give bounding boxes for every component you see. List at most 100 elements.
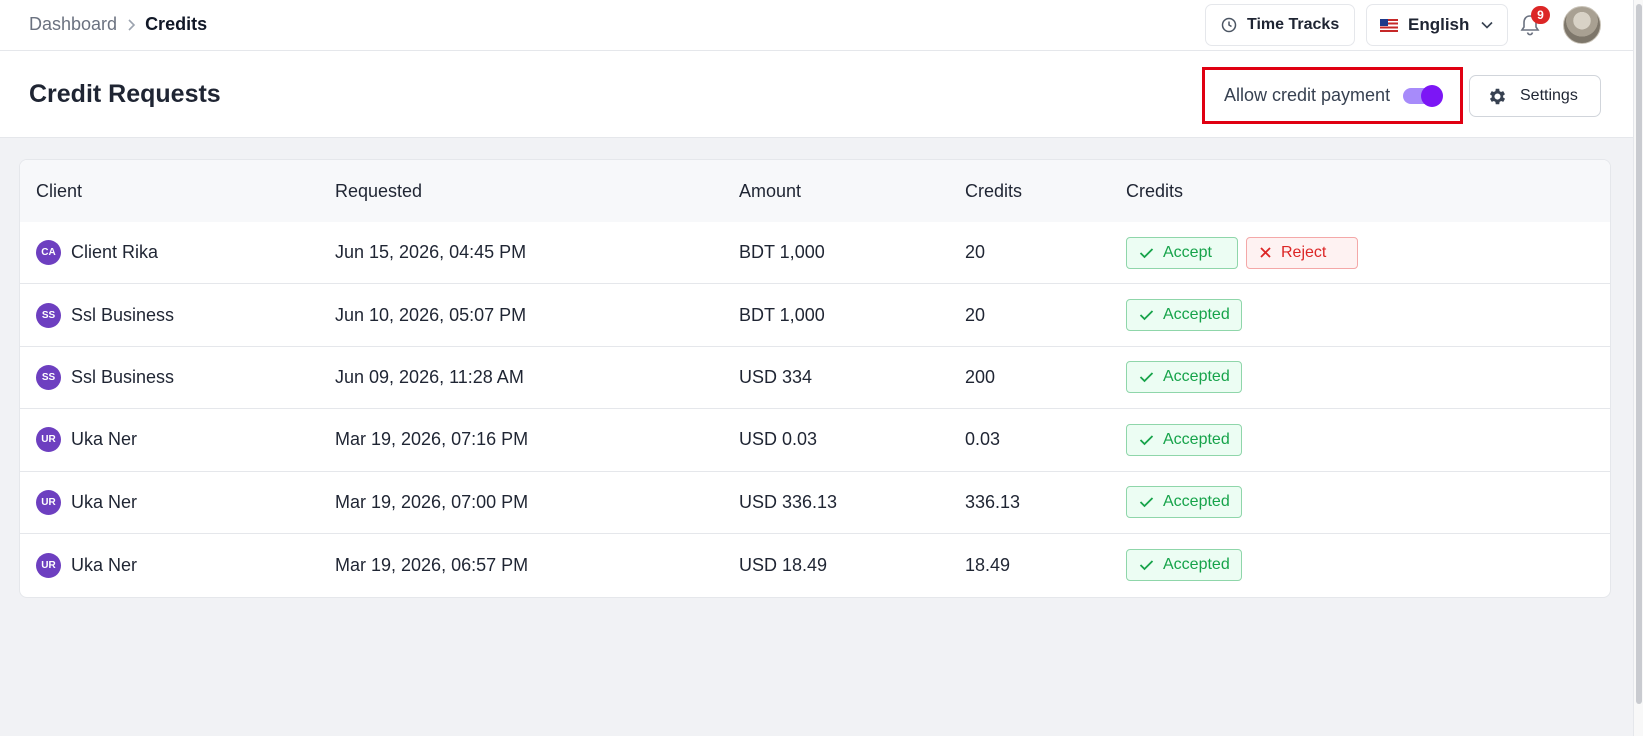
actions-cell: Accept Reject (1126, 236, 1358, 269)
table-row: CA Client Rika Jun 15, 2026, 04:45 PM BD… (20, 222, 1610, 285)
x-icon (1259, 246, 1272, 259)
client-initials-avatar: SS (36, 302, 61, 328)
client-initials-avatar: UR (36, 552, 61, 578)
client-initials-avatar: SS (36, 364, 61, 390)
check-icon (1139, 559, 1154, 571)
credits: 20 (965, 242, 986, 263)
accepted-badge: Accepted (1126, 549, 1242, 582)
table-row: UR Uka Ner Mar 19, 2026, 07:00 PM USD 33… (20, 472, 1610, 534)
table-row: SS Ssl Business Jun 10, 2026, 05:07 PM B… (20, 284, 1610, 347)
credits: 200 (965, 366, 996, 387)
time-tracks-label: Time Tracks (1247, 16, 1340, 33)
top-bar: Dashboard Credits Time Tracks English 9 (0, 0, 1633, 51)
header-requested: Requested (335, 180, 423, 201)
page-header: Credit Requests Allow credit payment Set… (0, 51, 1633, 138)
clock-icon (1221, 17, 1237, 33)
chevron-down-icon (1481, 21, 1493, 29)
check-icon (1139, 309, 1154, 321)
table-row: UR Uka Ner Mar 19, 2026, 06:57 PM USD 18… (20, 534, 1610, 596)
actions-cell: Accepted (1126, 486, 1242, 519)
client-initials-avatar: UR (36, 489, 61, 515)
accepted-badge: Accepted (1126, 423, 1242, 456)
breadcrumb: Dashboard Credits (29, 14, 207, 35)
user-avatar[interactable] (1563, 6, 1601, 44)
client-initials-avatar: CA (36, 240, 61, 266)
status-label: Accepted (1163, 368, 1230, 386)
scrollbar-thumb[interactable] (1636, 4, 1642, 704)
header-actions: Credits (1126, 180, 1184, 201)
amount: USD 334 (739, 366, 813, 387)
requested-date: Jun 15, 2026, 04:45 PM (335, 242, 527, 263)
credits: 336.13 (965, 491, 1021, 512)
header-amount: Amount (739, 180, 802, 201)
allow-credit-payment-setting: Allow credit payment (1202, 67, 1463, 124)
actions-cell: Accepted (1126, 299, 1242, 332)
reject-button[interactable]: Reject (1246, 236, 1358, 269)
client-name: Client Rika (71, 242, 159, 263)
accepted-badge: Accepted (1126, 486, 1242, 519)
client-cell: UR Uka Ner (36, 427, 137, 453)
requested-date: Mar 19, 2026, 06:57 PM (335, 554, 529, 575)
time-tracks-button[interactable]: Time Tracks (1205, 4, 1355, 46)
reject-label: Reject (1281, 243, 1327, 261)
client-cell: SS Ssl Business (36, 364, 175, 390)
settings-button[interactable]: Settings (1469, 75, 1601, 117)
amount: USD 18.49 (739, 554, 828, 575)
client-name: Ssl Business (71, 304, 175, 325)
status-label: Accepted (1163, 306, 1230, 324)
accepted-badge: Accepted (1126, 299, 1242, 332)
credits: 0.03 (965, 429, 1001, 450)
language-select[interactable]: English (1366, 4, 1508, 46)
client-name: Ssl Business (71, 366, 175, 387)
accept-button[interactable]: Accept (1126, 236, 1238, 269)
breadcrumb-dashboard-link[interactable]: Dashboard (29, 14, 117, 35)
client-cell: CA Client Rika (36, 240, 159, 266)
check-icon (1139, 371, 1154, 383)
table-row: SS Ssl Business Jun 09, 2026, 11:28 AM U… (20, 347, 1610, 410)
language-label: English (1408, 15, 1470, 34)
breadcrumb-current: Credits (145, 14, 208, 34)
check-icon (1139, 247, 1154, 259)
credit-requests-table: Client Requested Amount Credits Credits … (19, 159, 1611, 598)
header-credits: Credits (965, 180, 1023, 201)
amount: USD 336.13 (739, 491, 838, 512)
status-label: Accepted (1163, 556, 1230, 574)
amount: BDT 1,000 (739, 242, 825, 263)
requested-date: Jun 10, 2026, 05:07 PM (335, 304, 527, 325)
page-scrollbar[interactable] (1633, 0, 1643, 736)
settings-label: Settings (1520, 87, 1578, 104)
us-flag-icon (1380, 18, 1398, 32)
client-cell: UR Uka Ner (36, 552, 138, 578)
client-cell: UR Uka Ner (36, 489, 138, 515)
check-icon (1139, 434, 1154, 446)
accepted-badge: Accepted (1126, 361, 1242, 394)
requested-date: Mar 19, 2026, 07:16 PM (335, 429, 529, 450)
allow-credit-payment-toggle[interactable] (1403, 84, 1444, 107)
credits: 20 (965, 304, 986, 325)
requested-date: Jun 09, 2026, 11:28 AM (335, 366, 524, 387)
table-row: UR Uka Ner Mar 19, 2026, 07:16 PM USD 0.… (20, 409, 1610, 472)
status-label: Accepted (1163, 493, 1230, 511)
chevron-right-icon (125, 18, 137, 32)
actions-cell: Accepted (1126, 423, 1242, 456)
allow-credit-payment-label: Allow credit payment (1224, 85, 1391, 105)
header-client: Client (36, 180, 83, 201)
actions-cell: Accepted (1126, 361, 1242, 394)
amount: BDT 1,000 (739, 304, 825, 325)
page-title: Credit Requests (29, 80, 221, 108)
requested-date: Mar 19, 2026, 07:00 PM (335, 491, 529, 512)
amount: USD 0.03 (739, 429, 818, 450)
actions-cell: Accepted (1126, 549, 1242, 582)
status-label: Accepted (1163, 430, 1230, 448)
accept-label: Accept (1163, 243, 1212, 261)
client-name: Uka Ner (71, 554, 138, 575)
client-cell: SS Ssl Business (36, 302, 175, 328)
toggle-knob (1421, 84, 1444, 107)
check-icon (1139, 496, 1154, 508)
client-initials-avatar: UR (36, 427, 61, 453)
credits: 18.49 (965, 554, 1011, 575)
client-name: Uka Ner (71, 491, 138, 512)
gear-icon (1487, 86, 1508, 107)
notification-badge: 9 (1531, 6, 1550, 24)
table-header: Client Requested Amount Credits Credits (20, 160, 1610, 222)
